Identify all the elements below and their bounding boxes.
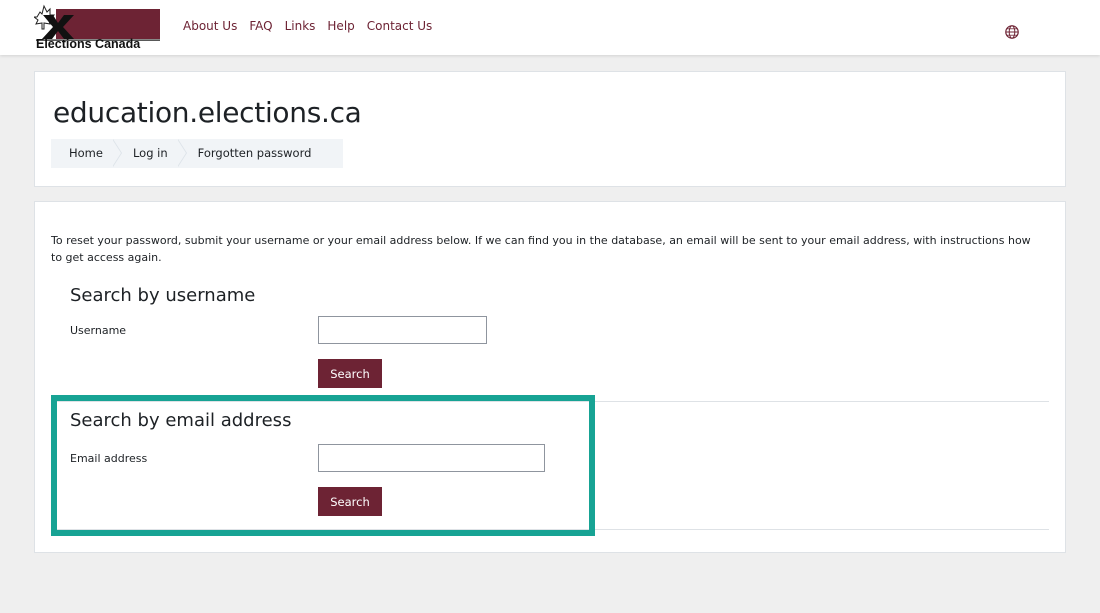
page-header-card: education.elections.ca Home Log in Forgo… [34,71,1066,187]
logo-graphic: Elections Canada [32,4,160,51]
nav-links[interactable]: Links [285,18,316,34]
breadcrumb-forgotten-password: Forgotten password [197,146,312,160]
username-input[interactable] [318,316,487,344]
highlight-box [51,395,595,536]
breadcrumb-separator [111,139,123,168]
elections-canada-logo[interactable]: Elections Canada [32,3,160,51]
breadcrumb-home[interactable]: Home [51,139,113,168]
primary-nav: About Us FAQ Links Help Contact Us [183,18,444,34]
breadcrumb-log-in[interactable]: Log in [123,139,178,168]
nav-about-us[interactable]: About Us [183,18,237,34]
nav-help[interactable]: Help [327,18,354,34]
nav-faq[interactable]: FAQ [249,18,272,34]
globe-icon[interactable] [1004,24,1020,40]
search-username-button[interactable]: Search [318,359,382,388]
username-label: Username [70,324,127,337]
top-navbar: Elections Canada About Us FAQ Links Help… [0,0,1100,55]
breadcrumb-separator [176,139,188,168]
instructions-text: To reset your password, submit your user… [51,234,1031,264]
username-section-title: Search by username [70,285,256,306]
breadcrumb: Home Log in Forgotten password [51,139,343,168]
nav-contact-us[interactable]: Contact Us [367,18,433,34]
svg-text:Elections Canada: Elections Canada [36,37,141,49]
page-title: education.elections.ca [53,96,362,129]
